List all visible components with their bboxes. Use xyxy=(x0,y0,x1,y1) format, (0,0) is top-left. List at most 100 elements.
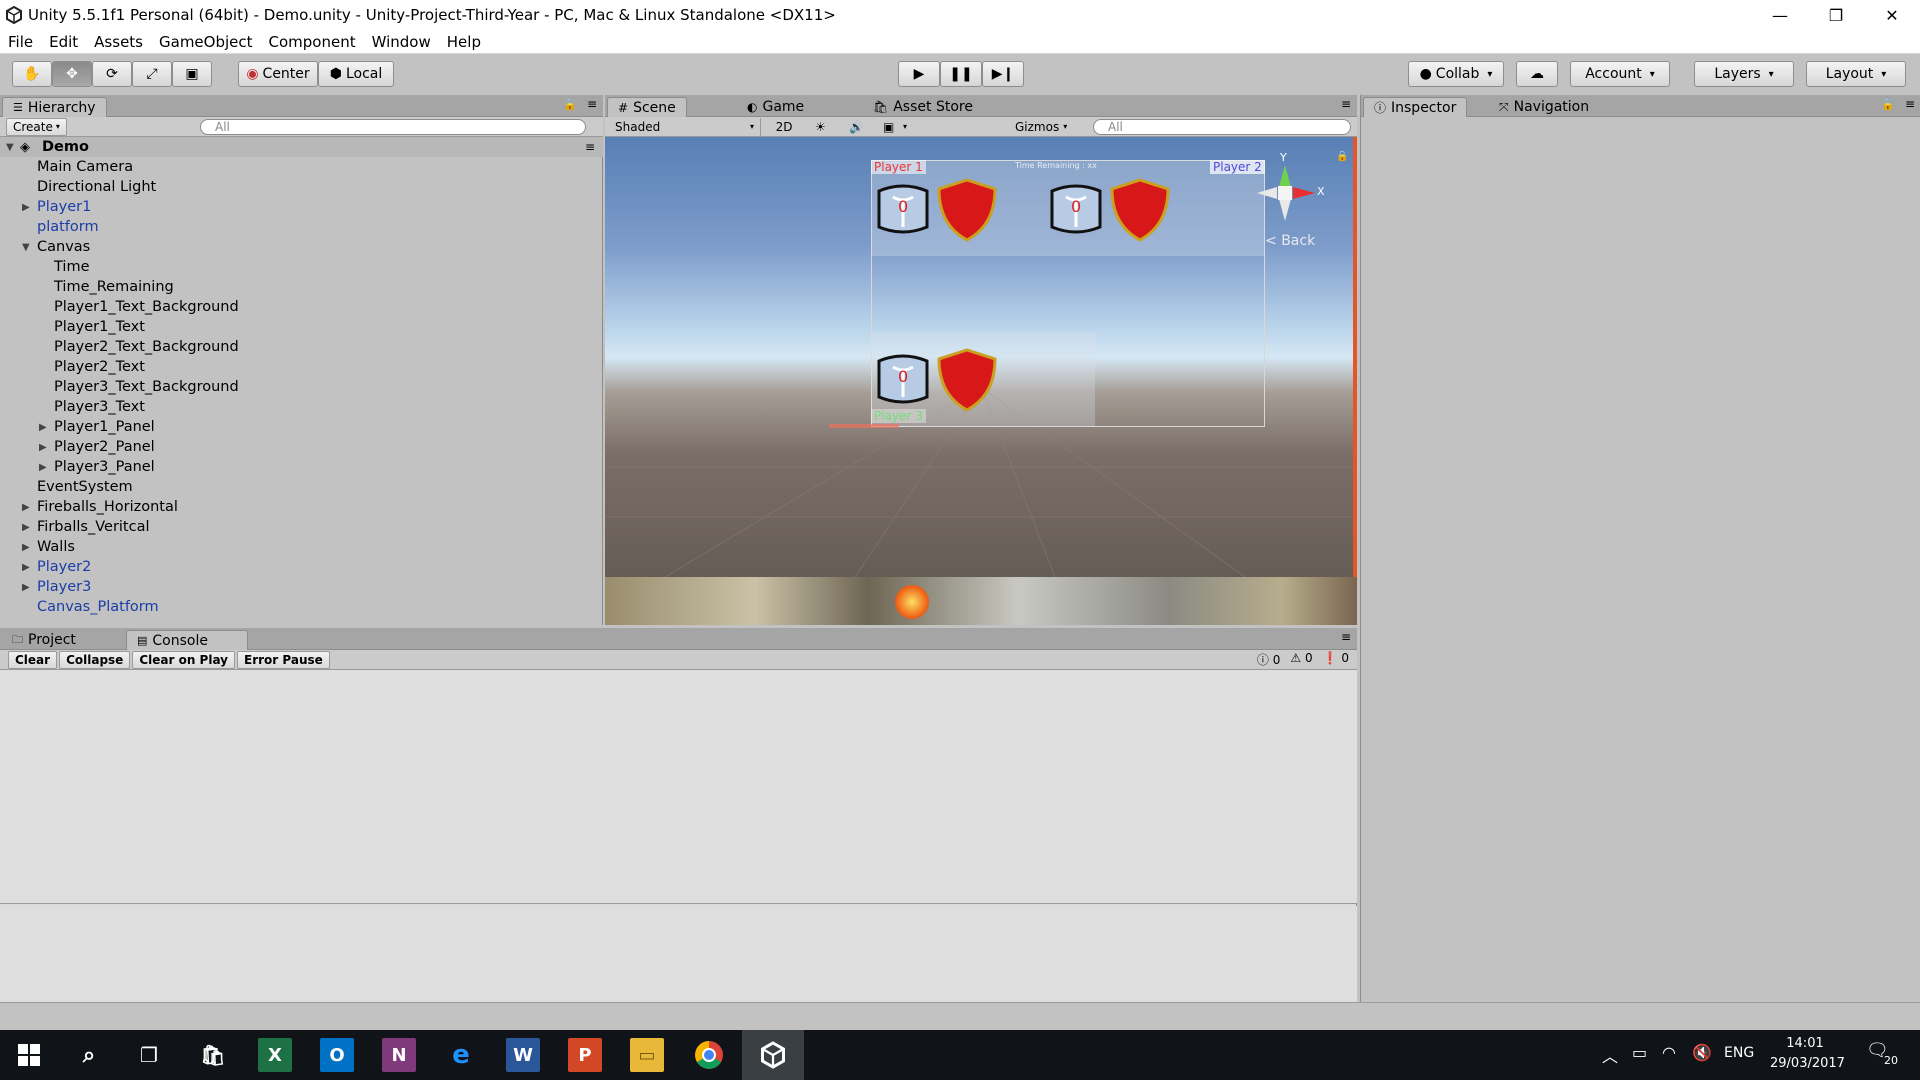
menu-help[interactable]: Help xyxy=(439,33,489,51)
start-button[interactable] xyxy=(12,1038,46,1072)
clock[interactable]: 14:01 29/03/2017 xyxy=(1770,1034,1845,1074)
pause-button[interactable]: ❚❚ xyxy=(940,61,982,87)
tab-inspector[interactable]: ⓘ Inspector xyxy=(1363,97,1468,117)
expand-arrow-icon[interactable]: ▼ xyxy=(6,142,14,153)
hierarchy-item[interactable]: ▶ Firballs_Veritcal xyxy=(0,517,603,537)
play-button[interactable]: ▶ xyxy=(898,61,940,87)
menu-component[interactable]: Component xyxy=(261,33,364,51)
tab-navigation[interactable]: ⤧ Navigation xyxy=(1489,97,1599,117)
scale-tool-button[interactable]: ⤢ xyxy=(132,61,172,87)
pivot-center-button[interactable]: ◉ Center xyxy=(238,61,318,87)
hierarchy-item[interactable]: ▶ Player1 xyxy=(0,197,603,217)
tab-project[interactable]: 🗀 Project xyxy=(2,630,86,650)
audio-icon[interactable]: 🔊 xyxy=(849,120,864,134)
tab-console[interactable]: ▤ Console xyxy=(126,630,248,650)
scene-search-input[interactable]: All xyxy=(1093,119,1351,135)
hierarchy-item[interactable]: ▶ Player3_Panel xyxy=(0,457,603,477)
scene-menu-icon[interactable]: ≡ xyxy=(585,140,595,154)
chrome-button[interactable] xyxy=(692,1038,726,1072)
console-menu-icon[interactable]: ≡ xyxy=(1341,630,1351,644)
menu-gameobject[interactable]: GameObject xyxy=(151,33,261,51)
cloud-button[interactable]: ☁ xyxy=(1516,61,1558,87)
expand-arrow-icon[interactable]: ▶ xyxy=(22,562,30,573)
expand-arrow-icon[interactable]: ▶ xyxy=(39,462,47,473)
scene-root-row[interactable]: ▼ ◈ Demo ≡ xyxy=(0,137,603,157)
console-collapse-button[interactable]: Collapse xyxy=(59,650,131,669)
rect-tool-button[interactable]: ▣ xyxy=(172,61,212,87)
volume-muted-icon[interactable]: 🔇 xyxy=(1692,1043,1712,1062)
console-clear-on-play-button[interactable]: Clear on Play xyxy=(132,650,236,669)
unity-taskbar-active[interactable] xyxy=(742,1030,804,1080)
hierarchy-item[interactable]: Directional Light xyxy=(0,177,603,197)
collapse-arrow-icon[interactable]: ▼ xyxy=(22,242,30,253)
menu-file[interactable]: File xyxy=(0,33,41,51)
lock-icon[interactable]: 🔒 xyxy=(563,98,577,111)
step-button[interactable]: ▶❙ xyxy=(982,61,1024,87)
hierarchy-item[interactable]: ▶ Player1_Panel xyxy=(0,417,603,437)
back-view-label[interactable]: < Back xyxy=(1265,233,1315,249)
hierarchy-item[interactable]: ▼ Canvas xyxy=(0,237,603,257)
powerpoint-button[interactable]: P xyxy=(568,1038,602,1072)
console-error-pause-button[interactable]: Error Pause xyxy=(237,650,330,669)
gizmo-lock-icon[interactable]: 🔒 xyxy=(1336,151,1348,162)
expand-arrow-icon[interactable]: ▶ xyxy=(22,582,30,593)
hand-tool-button[interactable]: ✋ xyxy=(12,61,52,87)
tab-scene[interactable]: # Scene xyxy=(607,97,687,117)
pivot-local-button[interactable]: ⬢ Local xyxy=(318,61,394,87)
action-center-button[interactable]: 🗨 20 xyxy=(1866,1040,1898,1070)
hierarchy-item[interactable]: ▶ Player2 xyxy=(0,557,603,577)
hierarchy-item[interactable]: ▶ Player2_Panel xyxy=(0,437,603,457)
file-explorer-button[interactable]: ▭ xyxy=(630,1038,664,1072)
inspector-menu-icon[interactable]: ≡ xyxy=(1905,97,1915,111)
inspector-lock-icon[interactable]: 🔒 xyxy=(1881,98,1895,111)
hierarchy-item[interactable]: ▶ Walls xyxy=(0,537,603,557)
error-filter-toggle[interactable]: ❗ 0 xyxy=(1323,651,1349,668)
lighting-icon[interactable]: ☀ xyxy=(815,120,826,134)
maximize-button[interactable]: ❐ xyxy=(1808,0,1864,30)
battery-icon[interactable]: ▭ xyxy=(1632,1043,1647,1062)
hierarchy-search-input[interactable]: All xyxy=(200,119,586,135)
store-button[interactable]: 🛍 xyxy=(196,1038,230,1072)
info-filter-toggle[interactable]: ⓘ 0 xyxy=(1257,651,1280,668)
rotate-tool-button[interactable]: ⟳ xyxy=(92,61,132,87)
menu-window[interactable]: Window xyxy=(364,33,439,51)
console-log-area[interactable] xyxy=(0,670,1357,904)
network-icon[interactable]: ◠ xyxy=(1662,1043,1676,1062)
mode-2d-button[interactable]: 2D xyxy=(769,118,799,136)
tab-asset-store[interactable]: 🛍 Asset Store xyxy=(863,97,983,117)
effects-dropdown-icon[interactable]: ▾ xyxy=(903,122,907,131)
hierarchy-item[interactable]: platform xyxy=(0,217,603,237)
show-hidden-icons-icon[interactable]: ︿ xyxy=(1602,1043,1618,1067)
create-dropdown[interactable]: Create ▾ xyxy=(6,117,67,136)
hierarchy-item[interactable]: Canvas_Platform xyxy=(0,597,603,617)
hierarchy-item[interactable]: Main Camera xyxy=(0,157,603,177)
edge-button[interactable]: e xyxy=(444,1038,478,1072)
move-tool-button[interactable]: ✥ xyxy=(52,61,92,87)
gizmos-dropdown[interactable]: Gizmos ▾ xyxy=(1015,120,1067,134)
console-clear-button[interactable]: Clear xyxy=(8,650,58,669)
expand-arrow-icon[interactable]: ▶ xyxy=(22,522,30,533)
onenote-button[interactable]: N xyxy=(382,1038,416,1072)
menu-assets[interactable]: Assets xyxy=(86,33,151,51)
menu-edit[interactable]: Edit xyxy=(41,33,86,51)
scene-viewport[interactable]: Player 1 Player 2 Player 3 Time Remainin… xyxy=(605,137,1357,577)
panel-menu-icon[interactable]: ≡ xyxy=(587,97,597,111)
console-detail-area[interactable] xyxy=(0,906,1357,1002)
effects-icon[interactable]: ▣ xyxy=(883,120,894,134)
hierarchy-item[interactable]: Time_Remaining xyxy=(0,277,603,297)
hierarchy-item[interactable]: Player2_Text_Background xyxy=(0,337,603,357)
layers-dropdown[interactable]: Layers xyxy=(1694,61,1794,87)
account-dropdown[interactable]: Account xyxy=(1570,61,1670,87)
expand-arrow-icon[interactable]: ▶ xyxy=(39,442,47,453)
minimize-button[interactable]: — xyxy=(1752,0,1808,30)
layout-dropdown[interactable]: Layout xyxy=(1806,61,1906,87)
hierarchy-item[interactable]: Player3_Text_Background xyxy=(0,377,603,397)
hierarchy-item[interactable]: ▶ Player3 xyxy=(0,577,603,597)
shading-dropdown[interactable]: Shaded ▾ xyxy=(609,117,761,136)
hierarchy-item[interactable]: EventSystem xyxy=(0,477,603,497)
task-view-button[interactable]: ❐ xyxy=(132,1038,166,1072)
close-button[interactable]: ✕ xyxy=(1864,0,1920,30)
hierarchy-item[interactable]: Time xyxy=(0,257,603,277)
warning-filter-toggle[interactable]: ⚠ 0 xyxy=(1290,651,1312,668)
expand-arrow-icon[interactable]: ▶ xyxy=(22,502,30,513)
